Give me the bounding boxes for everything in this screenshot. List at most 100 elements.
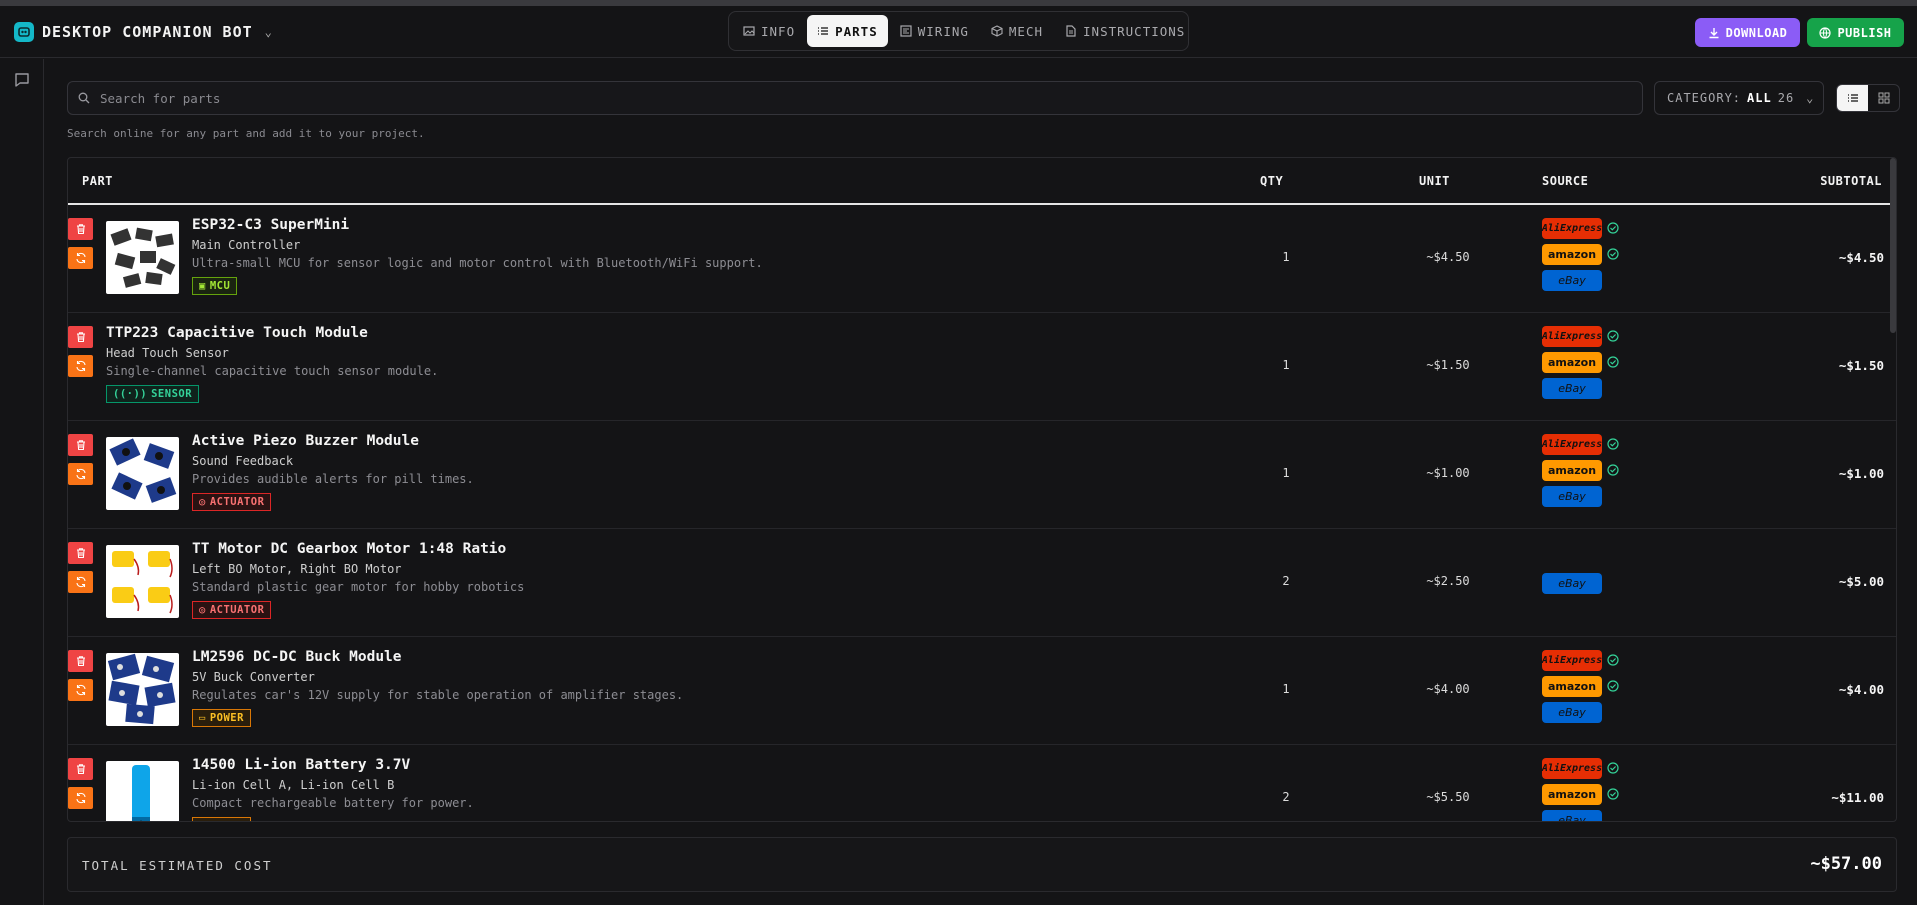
category-tag: ▭ POWER xyxy=(192,817,251,821)
verified-check-icon xyxy=(1607,245,1619,264)
part-name: Active Piezo Buzzer Module xyxy=(192,433,419,449)
verified-check-icon xyxy=(1607,327,1619,346)
table-scrollbar[interactable] xyxy=(1890,158,1896,333)
part-name: ESP32-C3 SuperMini xyxy=(192,217,350,233)
total-value: ~$57.00 xyxy=(1810,854,1882,874)
table-row: ESP32-C3 SuperMini Main Controller Ultra-s… xyxy=(68,205,1896,313)
list-view-button[interactable] xyxy=(1837,85,1868,111)
source-row: amazon xyxy=(1542,352,1619,373)
table-body: ESP32-C3 SuperMini Main Controller Ultra-s… xyxy=(68,205,1896,821)
verified-check-icon xyxy=(1607,461,1619,480)
grid-view-button[interactable] xyxy=(1868,85,1899,111)
delete-part-button[interactable] xyxy=(68,542,93,564)
delete-part-button[interactable] xyxy=(68,434,93,456)
replace-part-button[interactable] xyxy=(68,679,93,701)
part-qty: 1 xyxy=(1282,466,1290,480)
left-sidebar xyxy=(0,59,44,905)
tab-label: INSTRUCTIONS xyxy=(1083,23,1186,39)
part-subtotal: ~$4.00 xyxy=(1838,682,1884,697)
category-dropdown[interactable]: CATEGORY: ALL 26 ⌄ xyxy=(1654,81,1824,115)
source-row: amazon xyxy=(1542,784,1619,805)
part-info: TT Motor DC Gearbox Motor 1:48 Ratio Left… xyxy=(192,541,524,619)
replace-part-button[interactable] xyxy=(68,247,93,269)
part-image xyxy=(106,545,179,618)
download-button[interactable]: DOWNLOAD xyxy=(1695,18,1800,47)
tab-mech[interactable]: MECH xyxy=(981,15,1053,47)
part-qty: 2 xyxy=(1282,574,1290,588)
header-source: SOURCE xyxy=(1542,174,1589,188)
category-count: 26 xyxy=(1777,91,1795,105)
category-tag: ◎ ACTUATOR xyxy=(192,601,272,619)
chat-icon[interactable] xyxy=(13,71,31,89)
verified-check-icon xyxy=(1607,219,1619,238)
source-row: eBay xyxy=(1542,486,1619,507)
replace-part-button[interactable] xyxy=(68,355,93,377)
source-row: eBay xyxy=(1542,270,1619,291)
trash-icon xyxy=(76,440,85,451)
part-name: 14500 Li-ion Battery 3.7V xyxy=(192,757,411,773)
part-qty: 2 xyxy=(1282,790,1290,804)
replace-part-button[interactable] xyxy=(68,571,93,593)
part-info: 14500 Li-ion Battery 3.7V Li-ion Cell A, … xyxy=(192,757,474,821)
source-amazon-button[interactable]: amazon xyxy=(1542,460,1602,481)
source-ebay-button[interactable]: eBay xyxy=(1542,810,1602,821)
tab-parts[interactable]: PARTS xyxy=(807,15,888,47)
source-aliexpress-button[interactable]: AliExpress xyxy=(1542,650,1602,671)
delete-part-button[interactable] xyxy=(68,326,93,348)
delete-part-button[interactable] xyxy=(68,758,93,780)
source-ebay-button[interactable]: eBay xyxy=(1542,270,1602,291)
source-aliexpress-button[interactable]: AliExpress xyxy=(1542,218,1602,239)
refresh-icon xyxy=(75,252,86,264)
source-row: AliExpress xyxy=(1542,326,1619,347)
category-label: CATEGORY: xyxy=(1667,91,1742,105)
part-image xyxy=(106,761,179,821)
source-aliexpress-button[interactable]: AliExpress xyxy=(1542,434,1602,455)
part-subtotal: ~$5.00 xyxy=(1838,574,1884,589)
project-selector[interactable]: DESKTOP COMPANION BOT ⌄ xyxy=(14,22,272,42)
globe-icon xyxy=(1819,26,1832,39)
part-info: TTP223 Capacitive Touch Module Head Touch… xyxy=(106,325,438,403)
total-label: TOTAL ESTIMATED COST xyxy=(82,858,273,873)
source-aliexpress-button[interactable]: AliExpress xyxy=(1542,758,1602,779)
replace-part-button[interactable] xyxy=(68,463,93,485)
source-aliexpress-button[interactable]: AliExpress xyxy=(1542,326,1602,347)
source-ebay-button[interactable]: eBay xyxy=(1542,573,1602,594)
header-part: PART xyxy=(82,174,113,188)
part-unit-price: ~$1.00 xyxy=(1426,466,1470,480)
delete-part-button[interactable] xyxy=(68,218,93,240)
tab-wiring[interactable]: WIRING xyxy=(890,15,979,47)
source-ebay-button[interactable]: eBay xyxy=(1542,486,1602,507)
search-input[interactable] xyxy=(100,90,1600,106)
chevron-down-icon: ⌄ xyxy=(264,25,272,39)
source-row: amazon xyxy=(1542,244,1619,265)
tab-info[interactable]: INFO xyxy=(733,15,805,47)
search-icon xyxy=(78,92,90,104)
tag-label: ACTUATOR xyxy=(209,604,265,616)
source-amazon-button[interactable]: amazon xyxy=(1542,244,1602,265)
verified-check-icon xyxy=(1607,677,1619,696)
part-name: TTP223 Capacitive Touch Module xyxy=(106,325,368,341)
part-role: 5V Buck Converter xyxy=(192,670,315,684)
refresh-icon xyxy=(75,684,86,696)
delete-part-button[interactable] xyxy=(68,650,93,672)
tab-instructions[interactable]: INSTRUCTIONS xyxy=(1055,15,1195,47)
list-icon xyxy=(817,25,829,37)
source-ebay-button[interactable]: eBay xyxy=(1542,702,1602,723)
part-sources: AliExpress amazon eBay xyxy=(1542,434,1619,507)
part-subtotal: ~$11.00 xyxy=(1831,790,1884,805)
total-bar: TOTAL ESTIMATED COST ~$57.00 xyxy=(67,837,1897,892)
source-ebay-button[interactable]: eBay xyxy=(1542,378,1602,399)
part-role: Li-ion Cell A, Li-ion Cell B xyxy=(192,778,395,792)
table-row: LM2596 DC-DC Buck Module 5V Buck Converte… xyxy=(68,637,1896,745)
view-toggle xyxy=(1836,84,1900,112)
source-amazon-button[interactable]: amazon xyxy=(1542,352,1602,373)
source-amazon-button[interactable]: amazon xyxy=(1542,784,1602,805)
parts-search xyxy=(67,81,1643,115)
project-title: DESKTOP COMPANION BOT xyxy=(42,23,253,41)
replace-part-button[interactable] xyxy=(68,787,93,809)
grid-icon xyxy=(1878,92,1889,104)
publish-label: PUBLISH xyxy=(1837,25,1892,40)
source-amazon-button[interactable]: amazon xyxy=(1542,676,1602,697)
publish-button[interactable]: PUBLISH xyxy=(1807,18,1904,47)
trash-icon xyxy=(76,332,85,343)
